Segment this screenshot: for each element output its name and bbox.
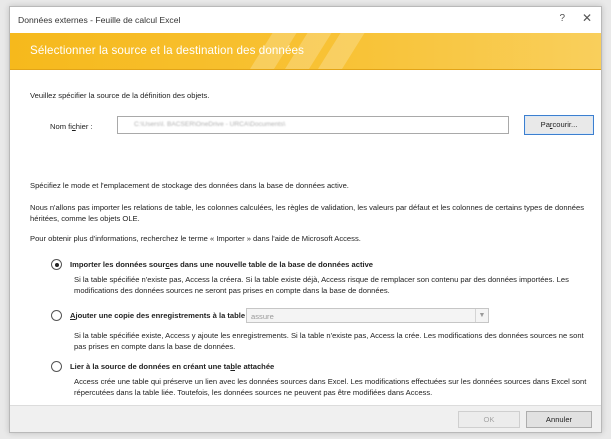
import-dialog: Données externes - Feuille de calcul Exc…: [9, 6, 602, 433]
close-icon[interactable]: ✕: [582, 11, 592, 25]
cancel-button[interactable]: Annuler: [526, 411, 592, 428]
source-intro: Veuillez spécifier la source de la défin…: [30, 91, 210, 100]
import-limitations-note: Nous n'allons pas importer les relations…: [30, 203, 585, 223]
help-hint: Pour obtenir plus d'informations, recher…: [30, 234, 361, 243]
label-text: Lier à la source de données en créant un…: [70, 362, 231, 371]
file-name-input[interactable]: C:\Users\I. BACSER\OneDrive - URCA\Docum…: [117, 116, 509, 134]
title-bar: Données externes - Feuille de calcul Exc…: [10, 7, 601, 33]
storage-mode-text: Spécifiez le mode et l'emplacement de st…: [30, 181, 349, 190]
window-title: Données externes - Feuille de calcul Exc…: [18, 15, 181, 25]
label-text: le attachée: [235, 362, 275, 371]
option-description: Si la table spécifiée existe, Access y a…: [74, 331, 584, 351]
banner-divider: [10, 69, 601, 70]
label-text: hier :: [75, 122, 93, 131]
radio-import-new-table[interactable]: [51, 259, 62, 270]
ok-button[interactable]: OK: [458, 411, 520, 428]
file-name-label: Nom fichier :: [50, 122, 93, 131]
file-path-value: C:\Users\I. BACSER\OneDrive - URCA\Docum…: [134, 121, 286, 128]
label-text: es dans une nouvelle table de la base de…: [169, 260, 374, 269]
table-select-value: assure: [251, 312, 274, 321]
option-label: Importer les données sources dans une no…: [70, 260, 373, 269]
button-text: Pa: [540, 120, 550, 129]
help-icon[interactable]: ?: [559, 13, 565, 24]
radio-link-table[interactable]: [51, 361, 62, 372]
option-description: Access crée une table qui préserve un li…: [74, 377, 587, 397]
dialog-footer: OK Annuler: [10, 405, 601, 432]
chevron-down-icon[interactable]: ▼: [475, 309, 488, 322]
button-text: courir...: [552, 120, 578, 129]
radio-append-records[interactable]: [51, 310, 62, 321]
option-label: Lier à la source de données en créant un…: [70, 362, 274, 371]
banner-heading: Sélectionner la source et la destination…: [30, 44, 304, 57]
browse-button[interactable]: Parcourir...: [524, 115, 594, 135]
option-label: Ajouter une copie des enregistrements à …: [70, 311, 250, 320]
option-description: Si la table spécifiée n'existe pas, Acce…: [74, 275, 569, 295]
label-text: jouter une copie des enregistrements à l…: [75, 311, 250, 320]
label-text: Importer les données sour: [70, 260, 166, 269]
header-banner: Sélectionner la source et la destination…: [10, 33, 601, 69]
table-select[interactable]: assure ▼: [246, 308, 489, 323]
label-text: Nom fi: [50, 122, 72, 131]
